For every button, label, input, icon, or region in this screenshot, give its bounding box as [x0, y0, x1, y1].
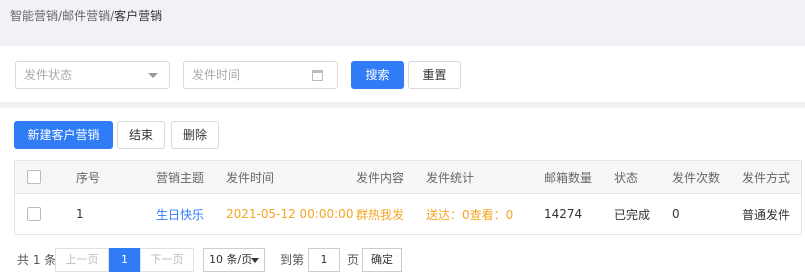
header-subject: 营销主题 [156, 170, 205, 185]
header-send-time: 发件时间 [226, 170, 275, 185]
pagination: 共 1 条 上一页 1 下一页 10 条/页 到第 1 页 确定 [0, 248, 805, 272]
page-unit-label: 页 [347, 253, 360, 267]
cell-content[interactable]: 群热我发 [356, 194, 404, 234]
row-checkbox[interactable] [27, 194, 41, 234]
confirm-page-button[interactable]: 确定 [362, 248, 402, 272]
page-size-select[interactable]: 10 条/页 [203, 248, 265, 272]
table-header: 序号 营销主题 发件时间 发件内容 发件统计 邮箱数量 状态 发件次数 发件方式 [15, 161, 801, 194]
cell-index: 1 [76, 207, 84, 221]
page-1-button[interactable]: 1 [109, 248, 140, 272]
main-panel: 新建客户营销 结束 删除 序号 营销主题 发件时间 发件内容 发件统计 邮箱数量… [0, 108, 805, 276]
send-status-placeholder: 发件状态 [24, 68, 73, 82]
breadcrumb-item-email-marketing[interactable]: 邮件营销 [62, 9, 110, 23]
header-content: 发件内容 [356, 170, 405, 185]
header-send-count: 发件次数 [672, 170, 721, 185]
delete-button[interactable]: 删除 [171, 121, 219, 149]
header-stats: 发件统计 [426, 170, 475, 185]
search-button[interactable]: 搜索 [351, 61, 404, 89]
goto-label: 到第 [280, 253, 305, 267]
new-customer-marketing-button[interactable]: 新建客户营销 [14, 121, 113, 149]
breadcrumb-current: 客户营销 [114, 9, 163, 23]
cell-send-count: 0 [672, 207, 680, 221]
page-size-value: 10 条/页 [209, 253, 253, 266]
reset-button[interactable]: 重置 [408, 61, 461, 89]
filter-panel: 发件状态 发件时间 搜索 重置 [0, 46, 805, 102]
breadcrumb: 智能营销/邮件营销/客户营销 [10, 7, 162, 27]
end-button[interactable]: 结束 [117, 121, 165, 149]
next-page-button[interactable]: 下一页 [140, 248, 194, 272]
breadcrumb-item-smart-marketing[interactable]: 智能营销 [10, 9, 58, 23]
cell-stats[interactable]: 送达：0查看：0 [426, 194, 513, 234]
checkbox-box[interactable] [27, 170, 41, 184]
chevron-down-icon [251, 258, 259, 263]
header-send-method: 发件方式 [742, 170, 791, 185]
caret-down-icon [148, 73, 158, 78]
total-count: 共 1 条 [17, 253, 57, 267]
marketing-table: 序号 营销主题 发件时间 发件内容 发件统计 邮箱数量 状态 发件次数 发件方式… [14, 160, 802, 235]
cell-send-method: 普通发件 [742, 207, 791, 222]
checkbox-box[interactable] [27, 207, 41, 221]
header-email-count: 邮箱数量 [544, 170, 593, 185]
send-status-select[interactable]: 发件状态 [15, 61, 170, 89]
cell-send-time: 2021-05-12 00:00:00 [226, 207, 354, 221]
cell-subject-link[interactable]: 生日快乐 [156, 194, 204, 234]
cell-email-count: 14274 [544, 207, 583, 221]
header-status: 状态 [614, 170, 639, 185]
header-index: 序号 [76, 170, 101, 185]
prev-page-button[interactable]: 上一页 [55, 248, 109, 272]
select-all-checkbox[interactable] [27, 161, 41, 193]
calendar-icon [312, 70, 323, 81]
send-time-input[interactable]: 发件时间 [183, 61, 338, 89]
goto-page-input[interactable]: 1 [308, 248, 340, 272]
cell-status: 已完成 [614, 207, 651, 222]
table-row[interactable]: 1 生日快乐 2021-05-12 00:00:00 群热我发 送达：0查看：0… [15, 194, 801, 234]
send-time-placeholder: 发件时间 [192, 68, 241, 82]
